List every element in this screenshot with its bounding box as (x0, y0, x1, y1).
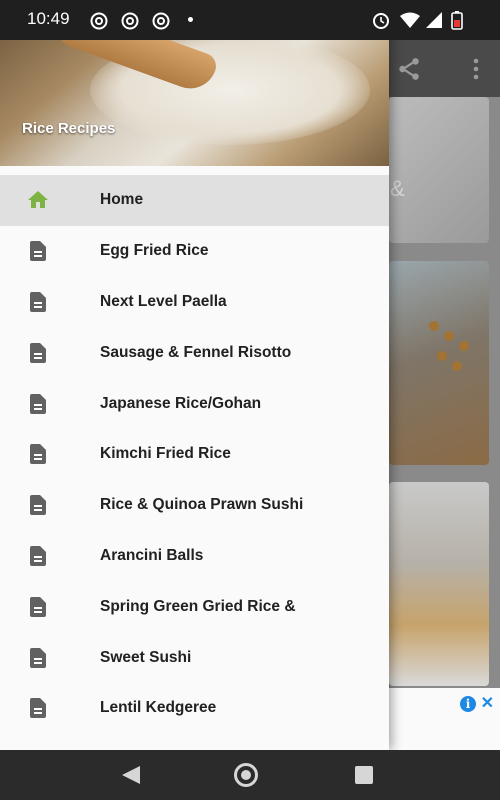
drawer-item-sausage-fennel-risotto[interactable]: Sausage & Fennel Risotto (0, 327, 389, 378)
card-text-fragment: & (390, 176, 405, 201)
chrome-icon (152, 12, 170, 30)
chrome-icon (90, 12, 108, 30)
drawer-item-spring-green-rice[interactable]: Spring Green Gried Rice & (0, 581, 389, 632)
ad-banner[interactable]: i ✕ (389, 688, 500, 750)
back-button[interactable] (122, 766, 140, 784)
drawer-item-egg-fried-rice[interactable]: Egg Fried Rice (0, 226, 389, 277)
close-icon[interactable]: ✕ (481, 693, 494, 713)
drawer-item-label: Rice & Quinoa Prawn Sushi (100, 496, 304, 514)
drawer-item-label: Arancini Balls (100, 546, 204, 564)
drawer-item-sweet-sushi[interactable]: Sweet Sushi (0, 632, 389, 683)
chrome-icon (121, 12, 139, 30)
drawer-title: Rice Recipes (22, 120, 116, 137)
signal-icon (426, 12, 442, 28)
document-icon (30, 291, 46, 312)
status-time: 10:49 (27, 9, 70, 28)
battery-icon (451, 11, 463, 30)
status-bar: 10:49 (0, 0, 500, 40)
drawer-item-arancini-balls[interactable]: Arancini Balls (0, 531, 389, 582)
recipe-card[interactable] (389, 97, 489, 243)
drawer-item-label: Japanese Rice/Gohan (100, 394, 262, 412)
drawer-item-label: Home (100, 191, 144, 209)
recents-button[interactable] (355, 766, 373, 784)
recipe-card[interactable] (389, 482, 489, 686)
wifi-icon (400, 12, 420, 28)
document-icon (30, 596, 46, 617)
drawer-item-label: Kimchi Fried Rice (100, 445, 231, 463)
status-right-icons (373, 11, 463, 30)
document-icon (30, 495, 46, 516)
document-icon (30, 647, 46, 668)
system-nav-bar (0, 750, 500, 800)
info-icon[interactable]: i (460, 696, 476, 712)
document-icon (30, 393, 46, 414)
drawer-item-label: Sausage & Fennel Risotto (100, 343, 292, 361)
more-notifications-dot (188, 17, 193, 22)
drawer-item-label: Spring Green Gried Rice & (100, 597, 296, 615)
drawer-item-japanese-rice[interactable]: Japanese Rice/Gohan (0, 378, 389, 429)
drawer-item-home[interactable]: Home (0, 175, 389, 226)
document-icon (30, 342, 46, 363)
drawer-item-label: Next Level Paella (100, 292, 227, 310)
home-button[interactable] (234, 763, 258, 787)
document-icon (30, 698, 46, 719)
recipe-card[interactable] (389, 261, 489, 465)
navigation-drawer: Rice Recipes Home Egg Fried Rice Next Le… (0, 0, 389, 750)
drawer-item-label: Egg Fried Rice (100, 242, 209, 260)
document-icon (30, 241, 46, 262)
document-icon (30, 444, 46, 465)
drawer-item-label: Lentil Kedgeree (100, 699, 217, 717)
drawer-item-next-level-paella[interactable]: Next Level Paella (0, 277, 389, 328)
drawer-item-lentil-kedgeree[interactable]: Lentil Kedgeree (0, 683, 389, 734)
document-icon (30, 545, 46, 566)
drawer-item-rice-quinoa-prawn-sushi[interactable]: Rice & Quinoa Prawn Sushi (0, 480, 389, 531)
share-icon[interactable] (396, 56, 422, 82)
home-icon (28, 191, 48, 209)
alarm-icon (373, 13, 389, 29)
more-vert-icon[interactable] (472, 57, 480, 81)
drawer-menu: Home Egg Fried Rice Next Level Paella Sa… (0, 175, 389, 734)
drawer-item-kimchi-fried-rice[interactable]: Kimchi Fried Rice (0, 429, 389, 480)
drawer-item-label: Sweet Sushi (100, 648, 192, 666)
